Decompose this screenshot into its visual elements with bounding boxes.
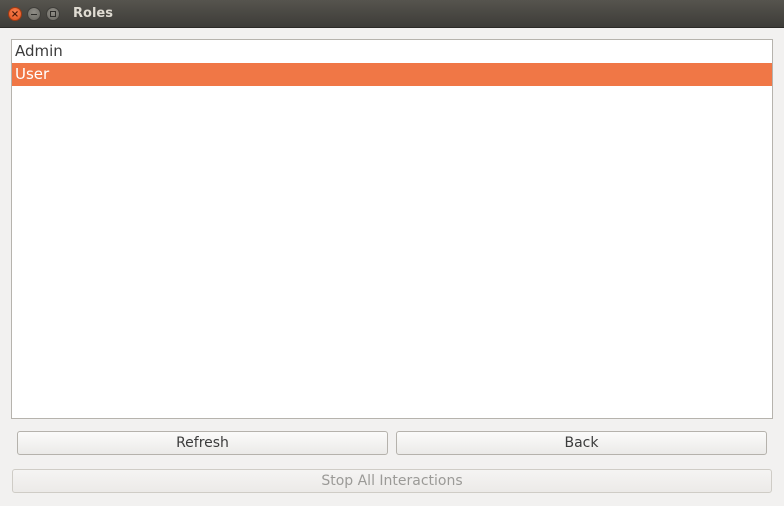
maximize-icon[interactable]: [46, 7, 60, 21]
close-icon[interactable]: ×: [8, 7, 22, 21]
roles-list[interactable]: Admin User: [11, 39, 773, 419]
list-item-admin[interactable]: Admin: [12, 40, 772, 63]
list-item-user[interactable]: User: [12, 63, 772, 86]
stop-all-interactions-button[interactable]: Stop All Interactions: [12, 469, 772, 493]
back-button[interactable]: Back: [396, 431, 767, 455]
title-bar: × Roles: [0, 0, 784, 28]
refresh-button[interactable]: Refresh: [17, 431, 388, 455]
minimize-icon[interactable]: [27, 7, 41, 21]
roles-window: × Roles Admin User Refresh Back Stop All…: [0, 0, 784, 506]
window-title: Roles: [73, 6, 113, 21]
